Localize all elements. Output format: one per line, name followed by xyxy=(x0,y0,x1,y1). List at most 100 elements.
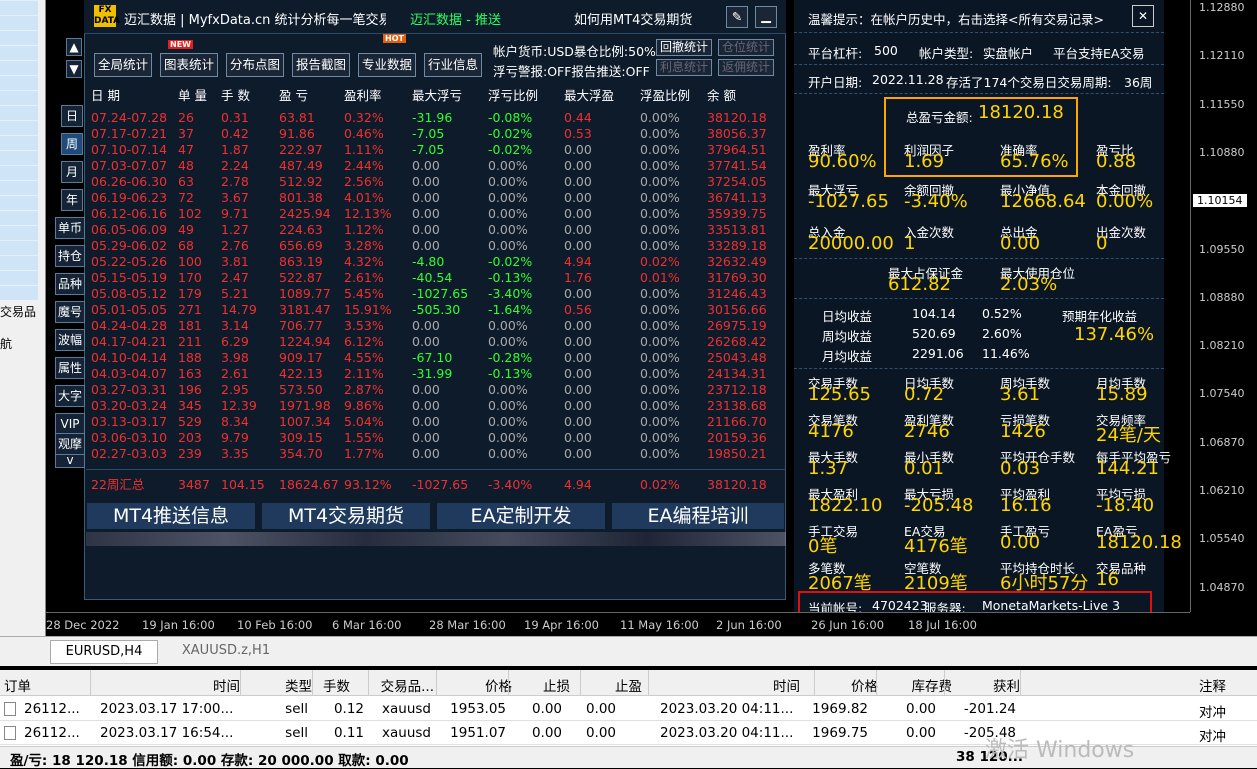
mt4-push-banner[interactable]: MT4推送信息 xyxy=(87,503,255,529)
stat-value: 2746 xyxy=(904,421,950,442)
table-row[interactable]: 03.20-03.24 345 12.39 1971.98 9.86% 0.00 0.00%… xyxy=(86,398,786,414)
table-row[interactable]: 06.05-06.09 49 1.27 224.63 1.12% 0.00 0.00% 0.0… xyxy=(86,222,786,238)
more-chevron-icon[interactable]: v xyxy=(55,454,85,468)
grid-header-cell[interactable]: 止损 xyxy=(540,675,570,695)
table-cell: 0.00% xyxy=(640,142,680,157)
table-row[interactable]: 05.29-06.02 68 2.76 656.69 3.28% 0.00 0.00% 0.0… xyxy=(86,238,786,254)
chart-stats-button[interactable]: 图表统计 xyxy=(160,53,218,77)
ea-custom-banner[interactable]: EA定制开发 xyxy=(437,503,605,529)
table-row[interactable]: 03.27-03.31 196 2.95 573.50 2.87% 0.00 0.00% 0.… xyxy=(86,382,786,398)
table-cell: 06.12-06.16 xyxy=(91,206,168,221)
grid-header-cell[interactable]: 交易品... xyxy=(374,675,434,695)
current-account-value: 4702423 xyxy=(872,598,928,613)
table-cell: 196 xyxy=(178,382,202,397)
grid-cell: 2023.03.17 17:00... xyxy=(100,701,234,717)
tab-eurusd[interactable]: EURUSD,H4 xyxy=(50,640,158,664)
interest-stats-button[interactable]: 利息统计 xyxy=(656,59,712,76)
pro-data-button[interactable]: 专业数据 xyxy=(358,53,416,77)
summary-cell: 22周汇总 xyxy=(91,477,145,492)
grid-header-cell[interactable]: 价格 xyxy=(838,675,878,695)
table-row[interactable]: 04.03-04.07 163 2.61 422.13 2.11% -31.99 -0.13… xyxy=(86,366,786,382)
table-row[interactable]: 04.24-04.28 181 3.14 706.77 3.53% 0.00 0.00% 0.… xyxy=(86,318,786,334)
scroll-down-button[interactable]: ▼ xyxy=(66,60,82,78)
table-cell: 0.00 xyxy=(412,158,440,173)
rebate-stats-button[interactable]: 返佣统计 xyxy=(718,59,774,76)
observe-button[interactable]: 观摩 xyxy=(55,433,85,455)
large-font-button[interactable]: 大字 xyxy=(55,385,85,407)
single-currency-button[interactable]: 单币 xyxy=(55,217,85,239)
period-month-button[interactable]: 月 xyxy=(61,161,83,183)
table-row[interactable]: 06.12-06.16 102 9.71 2425.94 12.13% 0.00 0.00%… xyxy=(86,206,786,222)
table-cell: 07.03-07.07 xyxy=(91,158,168,173)
brand-link[interactable]: 迈汇数据 - 推送 xyxy=(410,9,501,28)
table-row[interactable]: 03.13-03.17 529 8.34 1007.34 5.04% 0.00 0.00% 0… xyxy=(86,414,786,430)
mt4-futures-banner[interactable]: MT4交易期货 xyxy=(262,503,430,529)
global-stats-button[interactable]: 全局统计 xyxy=(94,53,152,77)
industry-info-button[interactable]: 行业信息 xyxy=(424,53,482,77)
scroll-up-button[interactable]: ▲ xyxy=(66,38,82,56)
table-cell: 25043.48 xyxy=(707,350,767,365)
table-cell: 6.12% xyxy=(344,334,384,349)
drawdown-stats-button[interactable]: 回撤统计 xyxy=(656,39,712,56)
grid-header-cell[interactable]: 订单 xyxy=(4,675,84,695)
tab-xauusd[interactable]: XAUUSD.z,H1 xyxy=(162,640,290,664)
table-cell: 0.00 xyxy=(412,430,440,445)
edit-icon[interactable]: ✎ xyxy=(726,6,748,28)
minimize-button[interactable]: ▁ xyxy=(755,6,777,28)
table-cell: 0.32% xyxy=(344,110,384,125)
period-day-button[interactable]: 日 xyxy=(61,105,83,127)
table-row[interactable]: 07.24-07.28 26 0.31 63.81 0.32% -31.96 -0.08% 0… xyxy=(86,110,786,126)
stat-value: 16.16 xyxy=(1000,495,1052,516)
grid-cell: 0.00 xyxy=(585,725,616,741)
table-cell: 3.67 xyxy=(221,190,249,205)
grid-header-cell[interactable]: 获利 xyxy=(960,675,1020,695)
table-row[interactable]: 05.01-05.05 271 14.79 3181.47 15.91% -505.30 -… xyxy=(86,302,786,318)
table-row[interactable]: 06.26-06.30 63 2.78 512.92 2.56% 0.00 0.00% 0.0… xyxy=(86,174,786,190)
table-row[interactable]: 05.08-05.12 179 5.21 1089.77 5.45% -1027.65 -3… xyxy=(86,286,786,302)
price-tick: 1.11550 xyxy=(1199,97,1245,111)
grid-header-cell[interactable]: 注释 xyxy=(1192,675,1226,695)
grid-header-cell[interactable]: 价格 xyxy=(472,675,512,695)
table-row[interactable]: 04.17-04.21 211 6.29 1224.94 6.12% 0.00 0.00% 0… xyxy=(86,334,786,350)
table-cell: 0.00% xyxy=(640,414,680,429)
table-row[interactable]: 07.03-07.07 48 2.24 487.49 2.44% 0.00 0.00% 0.0… xyxy=(86,158,786,174)
period-week-button[interactable]: 周 xyxy=(61,133,83,155)
grid-header-cell[interactable]: 类型 xyxy=(272,675,312,695)
magic-number-button[interactable]: 魔号 xyxy=(55,301,85,323)
symbol-button[interactable]: 品种 xyxy=(55,273,85,295)
table-row[interactable]: 03.06-03.10 203 9.79 309.15 1.55% 0.00 0.00% 0.… xyxy=(86,430,786,446)
table-cell: 487.49 xyxy=(279,158,323,173)
table-header-cell: 盈利率 xyxy=(344,88,382,103)
panel-title: 迈汇数据 | MyfxData.cn 统计分析每一笔交易 xyxy=(124,13,386,28)
table-row[interactable]: 05.15-05.19 170 2.47 522.87 2.61% -40.54 -0.13… xyxy=(86,270,786,286)
table-row[interactable]: 05.22-05.26 100 3.81 863.19 4.32% -4.80 -0.02%… xyxy=(86,254,786,270)
vip-button[interactable]: VIP xyxy=(55,413,85,435)
grid-header-cell[interactable]: 时间 xyxy=(100,675,240,695)
report-screenshot-button[interactable]: 报告截图 xyxy=(292,53,350,77)
close-icon[interactable]: ✕ xyxy=(1132,5,1154,27)
volatility-button[interactable]: 波幅 xyxy=(55,329,85,351)
grid-header-cell[interactable]: 时间 xyxy=(660,675,800,695)
table-cell: 345 xyxy=(178,398,202,413)
table-row[interactable]: 02.27-03.03 239 3.35 354.70 1.77% 0.00 0.00% 0.… xyxy=(86,446,786,462)
grid-header-cell[interactable]: 止盈 xyxy=(612,675,642,695)
table-cell: 4.55% xyxy=(344,350,384,365)
price-tick: 1.12880 xyxy=(1199,1,1245,14)
table-row[interactable]: 07.10-07.14 47 1.87 222.97 1.11% -7.05 -0.02% 0… xyxy=(86,142,786,158)
time-tick: 19 Jan 16:00 xyxy=(142,618,215,632)
table-header-cell: 最大浮亏 xyxy=(412,88,463,103)
table-row[interactable]: 07.17-07.21 37 0.42 91.86 0.46% -7.05 -0.02% 0.… xyxy=(86,126,786,142)
mt4-futures-link[interactable]: 如何用MT4交易期货 xyxy=(574,9,692,28)
table-cell: 37 xyxy=(178,126,194,141)
position-stats-button[interactable]: 仓位统计 xyxy=(718,39,774,56)
price-tick: 1.08210 xyxy=(1199,339,1245,353)
table-cell: 23138.68 xyxy=(707,398,767,413)
holding-button[interactable]: 持仓 xyxy=(55,245,85,267)
table-row[interactable]: 06.19-06.23 72 3.67 801.38 4.01% 0.00 0.00% 0.0… xyxy=(86,190,786,206)
ea-training-banner[interactable]: EA编程培训 xyxy=(612,503,784,529)
grid-header-cell[interactable]: 手数 xyxy=(310,675,350,695)
table-row[interactable]: 04.10-04.14 188 3.98 909.17 4.55% -67.10 -0.28… xyxy=(86,350,786,366)
attribute-button[interactable]: 属性 xyxy=(55,357,85,379)
period-year-button[interactable]: 年 xyxy=(61,189,83,211)
scatter-button[interactable]: 分布点图 xyxy=(226,53,284,77)
